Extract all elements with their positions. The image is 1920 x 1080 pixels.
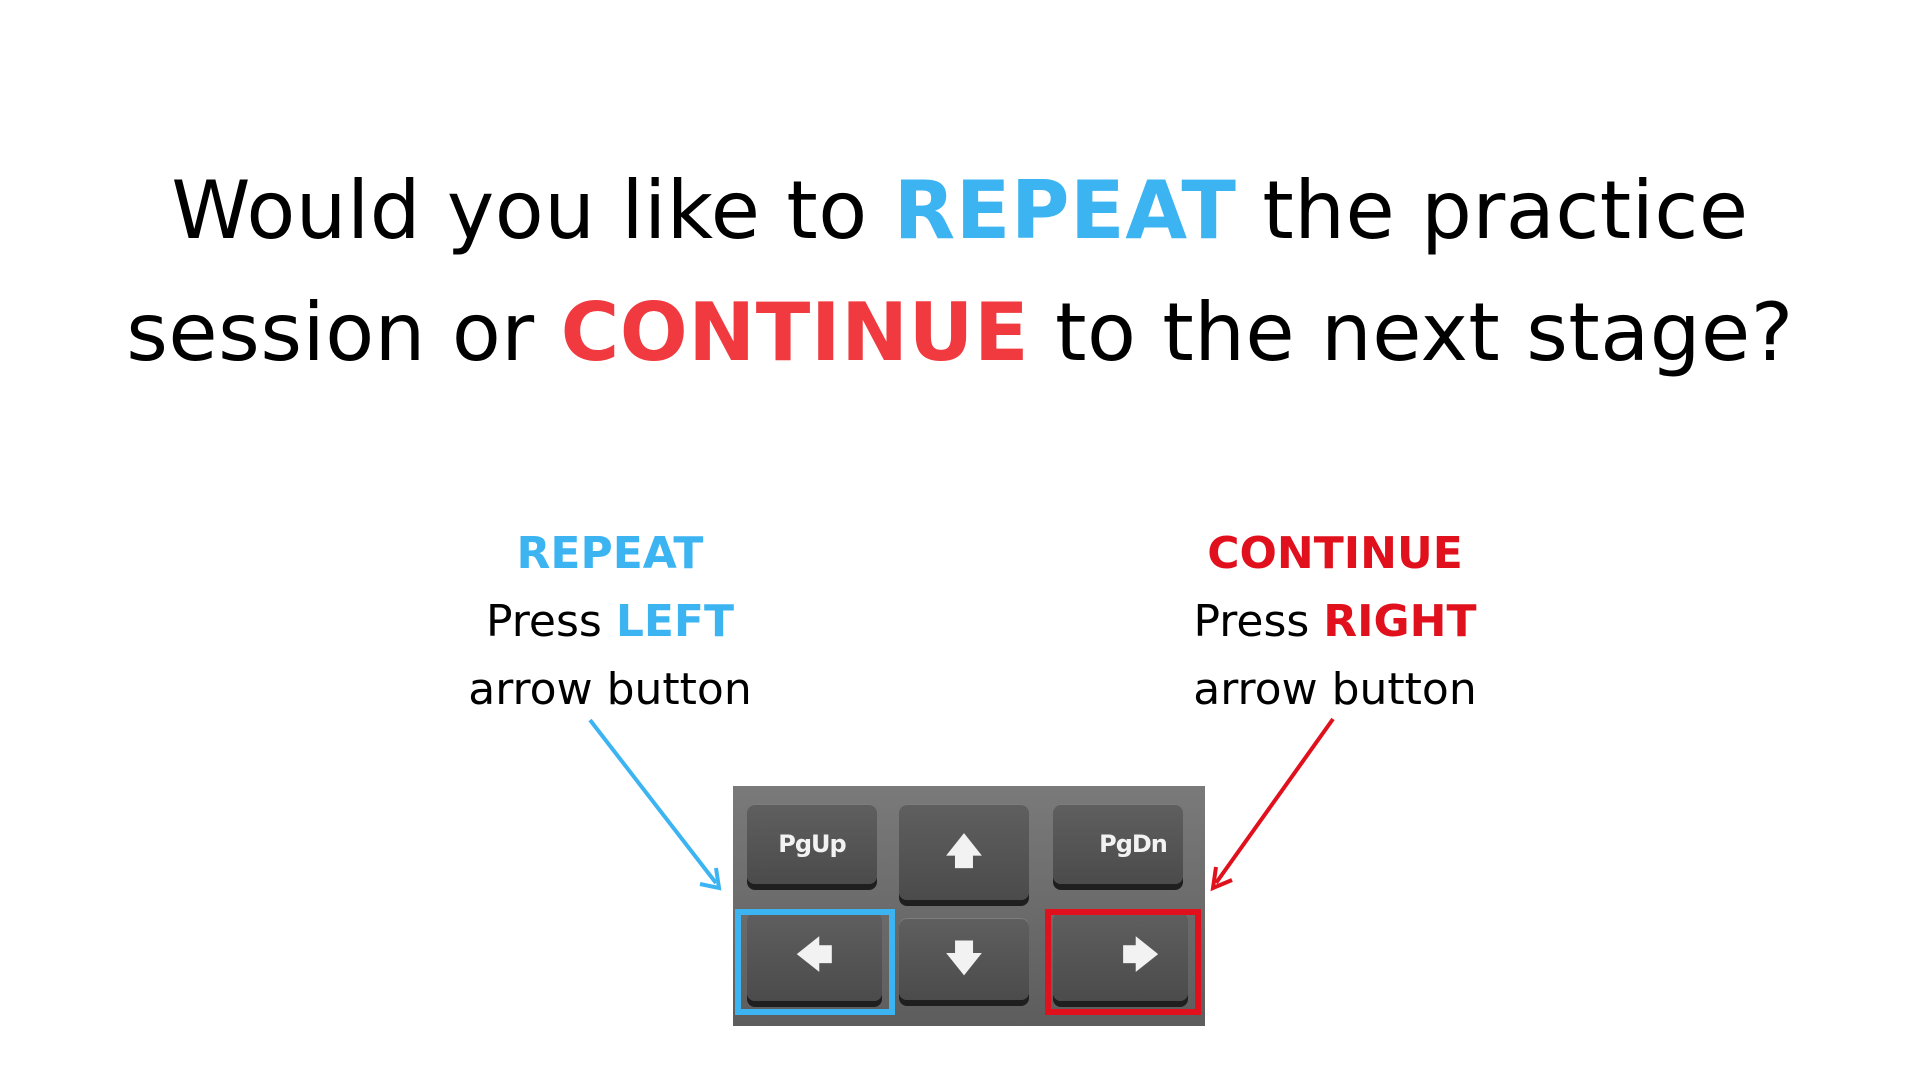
continue-label: CONTINUE: [1207, 528, 1463, 579]
question-text: Would you like to: [171, 164, 894, 257]
continue-instruction: CONTINUE Press RIGHT arrow button: [1125, 520, 1545, 724]
continue-suffix: arrow button: [1193, 664, 1477, 715]
repeat-instruction: REPEAT Press LEFT arrow button: [400, 520, 820, 724]
press-text: Press: [486, 596, 616, 647]
question-heading: Would you like to REPEAT the practice se…: [0, 150, 1920, 394]
repeat-label: REPEAT: [516, 528, 704, 579]
question-text: to the next stage?: [1029, 286, 1794, 379]
repeat-suffix: arrow button: [468, 664, 752, 715]
down-arrow-key[interactable]: 🡇: [899, 918, 1029, 1000]
continue-keyword: CONTINUE: [560, 286, 1030, 379]
question-text: the practice: [1236, 164, 1749, 257]
continue-arrowhead: [1210, 866, 1233, 892]
repeat-press-line: Press LEFT: [400, 588, 820, 656]
up-arrow-key[interactable]: 🡅: [899, 804, 1029, 900]
pgup-key[interactable]: PgUp: [747, 804, 877, 884]
arrow-up-icon: 🡅: [945, 831, 983, 872]
arrow-down-icon: 🡇: [945, 938, 983, 979]
stage: Would you like to REPEAT the practice se…: [0, 0, 1920, 1080]
pgdn-label: PgDn: [1099, 830, 1168, 858]
question-line-1: Would you like to REPEAT the practice: [0, 150, 1920, 272]
repeat-pointer-arrow: [588, 718, 718, 885]
left-key-word: LEFT: [615, 596, 734, 647]
pgdn-key[interactable]: PgDn: [1053, 804, 1183, 884]
repeat-arrowhead: [699, 867, 722, 891]
continue-press-line: Press RIGHT: [1125, 588, 1545, 656]
continue-pointer-arrow: [1214, 717, 1335, 885]
left-key-highlight: [735, 909, 895, 1015]
right-key-word: RIGHT: [1323, 596, 1477, 647]
question-text: session or: [126, 286, 561, 379]
press-text: Press: [1193, 596, 1324, 647]
question-line-2: session or CONTINUE to the next stage?: [0, 272, 1920, 394]
right-key-highlight: [1045, 909, 1201, 1015]
repeat-keyword: REPEAT: [893, 164, 1237, 257]
pgup-label: PgUp: [778, 830, 846, 858]
